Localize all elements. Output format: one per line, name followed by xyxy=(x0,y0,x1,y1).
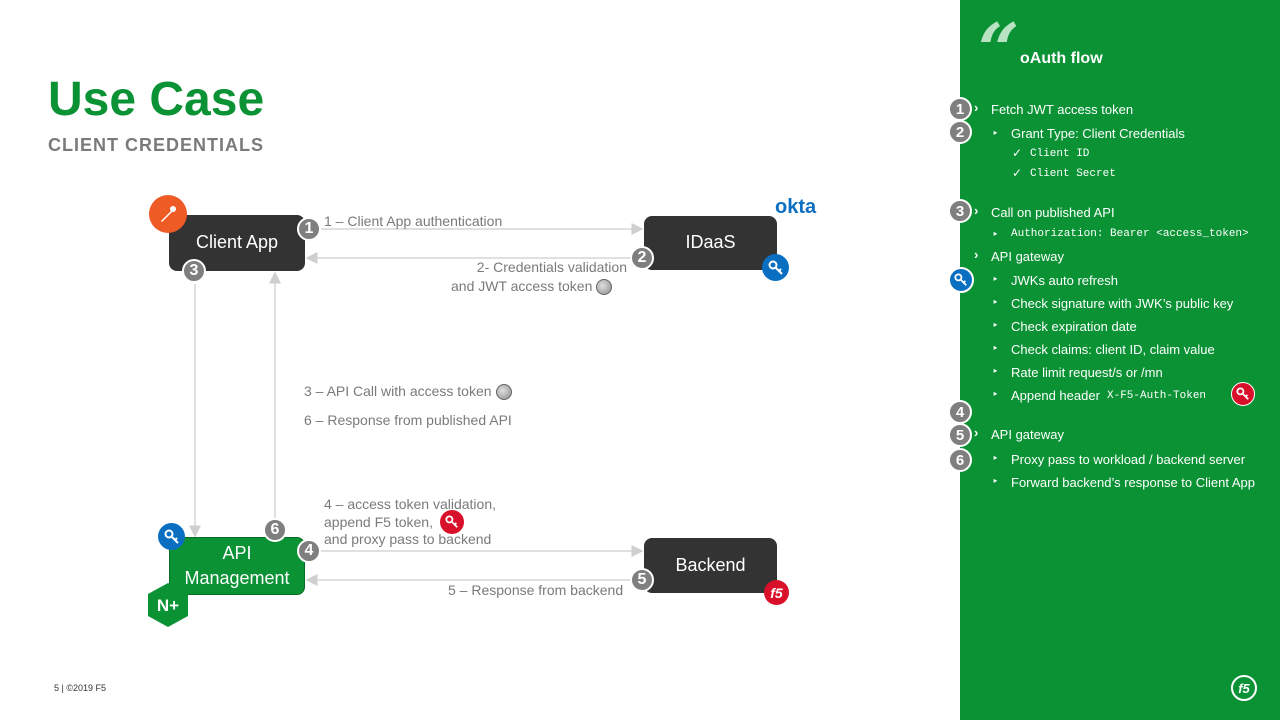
f5-corner-logo: f5 xyxy=(1231,675,1257,701)
triangle-bullet-icon: ‣ xyxy=(992,274,999,286)
panel-item-grant-type: Grant Type: Client Credentials xyxy=(1011,126,1185,141)
panel-item-client-secret: Client Secret xyxy=(1030,168,1116,180)
panel-item-client-id: Client ID xyxy=(1030,148,1090,160)
node-client-app-label: Client App xyxy=(195,232,279,253)
panel-item-header-name: X-F5-Auth-Token xyxy=(1107,390,1207,402)
panel-item-check-signature: Check signature with JWK’s public key xyxy=(1011,296,1234,311)
edge-3-label: 3 – API Call with access token xyxy=(304,382,512,401)
panel-step-4-badge: 4 xyxy=(948,400,972,424)
triangle-bullet-icon: ‣ xyxy=(992,128,999,140)
triangle-bullet-icon: ‣ xyxy=(992,389,999,401)
nginx-plus-logo-text: N+ xyxy=(157,596,179,615)
panel-item-proxy-pass: Proxy pass to workload / backend server xyxy=(1011,452,1246,467)
postman-logo-icon xyxy=(149,195,187,233)
edge-2-label-line1: 2- Credentials validation xyxy=(476,259,627,275)
node-backend-label: Backend xyxy=(675,554,746,575)
panel-step-3-badge: 3 xyxy=(948,199,972,223)
edge-3-label-text: 3 – API Call with access token xyxy=(304,383,492,399)
edge-6-label: 6 – Response from published API xyxy=(304,412,512,428)
panel-step-6-badge: 6 xyxy=(948,448,972,472)
edge-2-label-text: and JWT access token xyxy=(451,278,593,294)
nginx-plus-logo-icon: N+ xyxy=(148,583,188,627)
check-icon: ✓ xyxy=(1012,166,1023,180)
step-3-badge: 3 xyxy=(182,259,206,283)
node-backend: Backend xyxy=(644,538,777,593)
step-6-badge: 6 xyxy=(263,518,287,542)
panel-f5-token-key-icon xyxy=(1231,382,1255,406)
edge-4-label-line1: 4 – access token validation, xyxy=(324,496,496,512)
node-idaas: IDaaS xyxy=(644,216,777,270)
panel-item-check-expiration: Check expiration date xyxy=(1011,319,1137,334)
panel-step-5-badge: 5 xyxy=(948,423,972,447)
chevron-right-icon: › xyxy=(974,425,979,440)
triangle-bullet-icon: ‣ xyxy=(992,229,999,241)
panel-jwk-key-icon xyxy=(948,267,974,293)
panel-item-rate-limit: Rate limit request/s or /mn xyxy=(1011,365,1163,380)
access-token-icon xyxy=(596,279,613,296)
node-idaas-label: IDaaS xyxy=(685,232,736,253)
panel-item-forward-response: Forward backend’s response to Client App xyxy=(1011,475,1256,490)
edge-4-label-line2: append F5 token, xyxy=(324,514,433,530)
oauth-flow-panel: “ oAuth flow 1 2 3 4 5 6 › Fetch JWT acc… xyxy=(948,0,1280,720)
step-2-badge: 2 xyxy=(630,246,654,270)
panel-item-authorization-header: Authorization: Bearer <access_token> xyxy=(1011,228,1249,240)
triangle-bullet-icon: ‣ xyxy=(992,343,999,355)
chevron-right-icon: › xyxy=(974,247,979,262)
panel-item-fetch-jwt: Fetch JWT access token xyxy=(991,102,1134,117)
panel-step-1-badge: 1 xyxy=(948,97,972,121)
api-mgmt-key-icon xyxy=(158,523,185,550)
panel-step-2-badge: 2 xyxy=(948,120,972,144)
edge-4-label-line3: and proxy pass to backend xyxy=(324,531,492,547)
panel-item-append-header: Append header xyxy=(1011,388,1100,403)
f5-corner-logo-text: f5 xyxy=(1238,680,1250,696)
chevron-right-icon: › xyxy=(974,203,979,218)
panel-item-jwks-refresh: JWKs auto refresh xyxy=(1011,273,1118,288)
panel-item-api-gateway-1: API gateway xyxy=(991,249,1064,264)
slide-footer: 5 | ©2019 F5 xyxy=(54,683,107,693)
backend-f5-logo-text: f5 xyxy=(770,584,783,601)
panel-item-check-claims: Check claims: client ID, claim value xyxy=(1011,342,1215,357)
edge-5-label: 5 – Response from backend xyxy=(448,582,624,598)
idaas-key-icon xyxy=(762,254,789,281)
panel-title: oAuth flow xyxy=(1020,50,1103,67)
panel-item-call-api: Call on published API xyxy=(991,205,1115,220)
okta-logo: okta xyxy=(775,196,817,218)
triangle-bullet-icon: ‣ xyxy=(992,366,999,378)
triangle-bullet-icon: ‣ xyxy=(992,320,999,332)
step-5-badge: 5 xyxy=(630,568,654,592)
step-4-badge: 4 xyxy=(297,539,321,563)
triangle-bullet-icon: ‣ xyxy=(992,476,999,488)
f5-logo-icon: f5 xyxy=(764,580,789,605)
diagram-connectors xyxy=(189,223,644,586)
access-token-icon xyxy=(495,384,512,401)
step-1-badge: 1 xyxy=(297,217,321,241)
triangle-bullet-icon: ‣ xyxy=(992,297,999,309)
edge-2-label-line2: and JWT access token xyxy=(451,277,613,296)
quote-mark-icon: “ xyxy=(978,7,1020,92)
node-api-management-label: API Management xyxy=(184,542,290,588)
edge-1-label: 1 – Client App authentication xyxy=(324,213,503,229)
panel-item-api-gateway-2: API gateway xyxy=(991,427,1064,442)
triangle-bullet-icon: ‣ xyxy=(992,453,999,465)
node-api-management: API Management xyxy=(169,537,305,595)
check-icon: ✓ xyxy=(1012,146,1023,160)
chevron-right-icon: › xyxy=(974,100,979,115)
